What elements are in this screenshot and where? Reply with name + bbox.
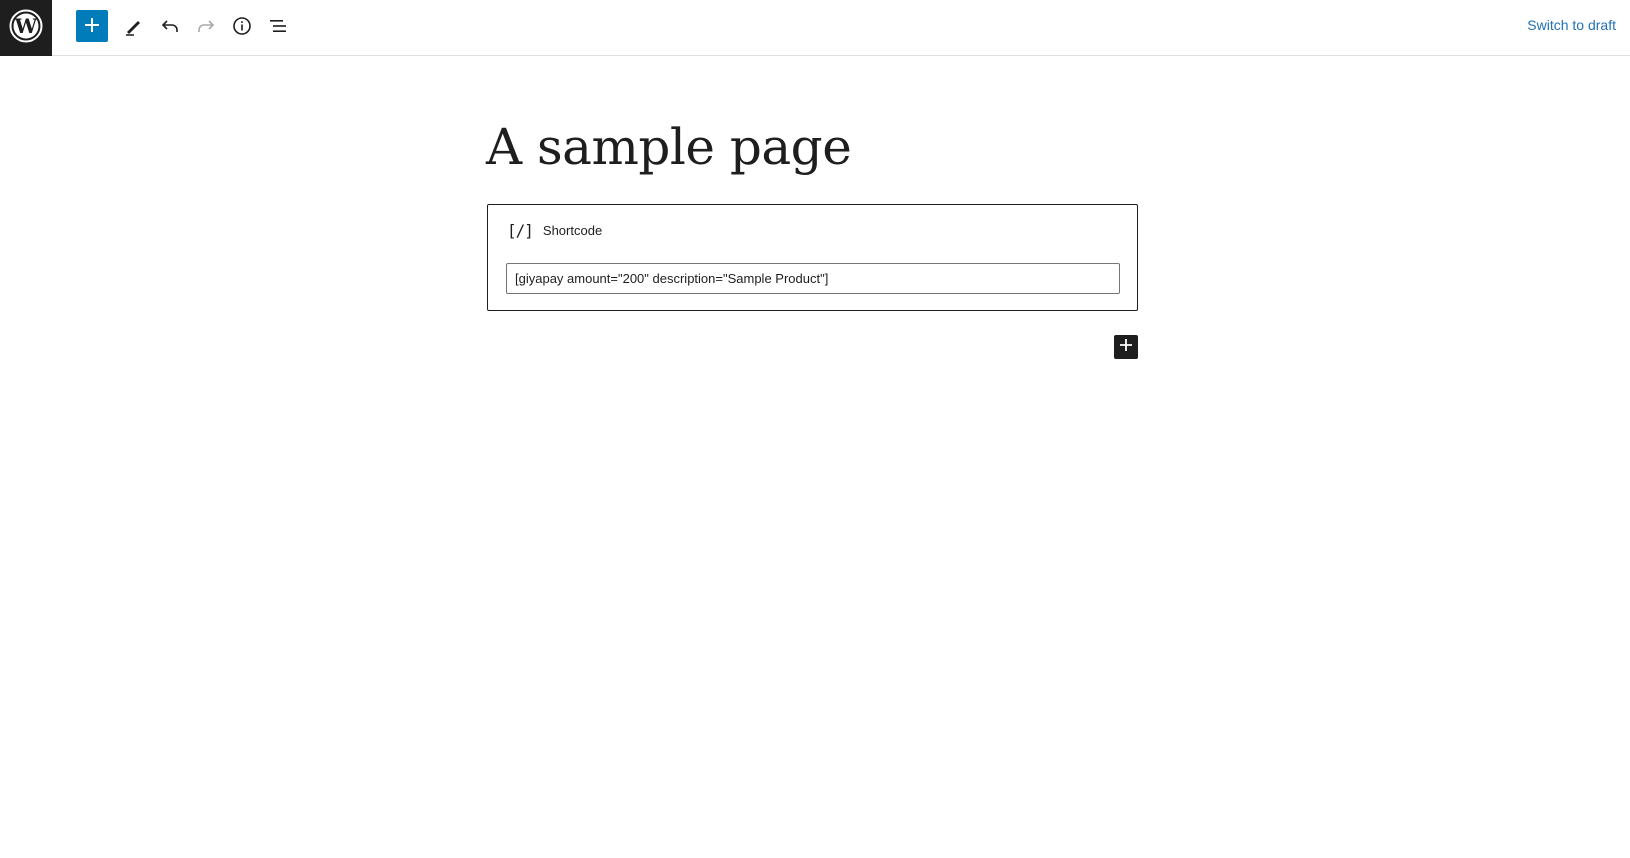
shortcode-label: Shortcode	[542, 223, 603, 238]
page-title[interactable]: A sample page	[486, 118, 852, 176]
info-icon	[231, 15, 253, 40]
list-view-icon	[267, 15, 289, 40]
document-overview-button[interactable]	[260, 9, 296, 45]
editor-header: W Switch to draft	[0, 0, 1630, 56]
block-inserter-button[interactable]	[1114, 335, 1138, 359]
undo-icon	[159, 15, 181, 40]
shortcode-block-header: [/] Shortcode	[507, 221, 602, 240]
shortcode-block[interactable]: [/] Shortcode	[487, 204, 1138, 311]
redo-button[interactable]	[188, 9, 224, 45]
plus-icon	[83, 16, 101, 37]
plus-icon	[1119, 338, 1133, 357]
wordpress-logo-icon: W	[8, 8, 44, 49]
details-button[interactable]	[224, 9, 260, 45]
pencil-icon	[123, 15, 145, 40]
redo-icon	[195, 15, 217, 40]
wordpress-logo-button[interactable]: W	[0, 0, 52, 56]
shortcode-input[interactable]	[506, 263, 1120, 294]
shortcode-icon: [/]	[507, 221, 534, 240]
undo-button[interactable]	[152, 9, 188, 45]
switch-to-draft-button[interactable]: Switch to draft	[1527, 17, 1616, 33]
tools-button[interactable]	[116, 9, 152, 45]
svg-text:W: W	[14, 14, 38, 38]
add-block-button[interactable]	[76, 10, 108, 42]
